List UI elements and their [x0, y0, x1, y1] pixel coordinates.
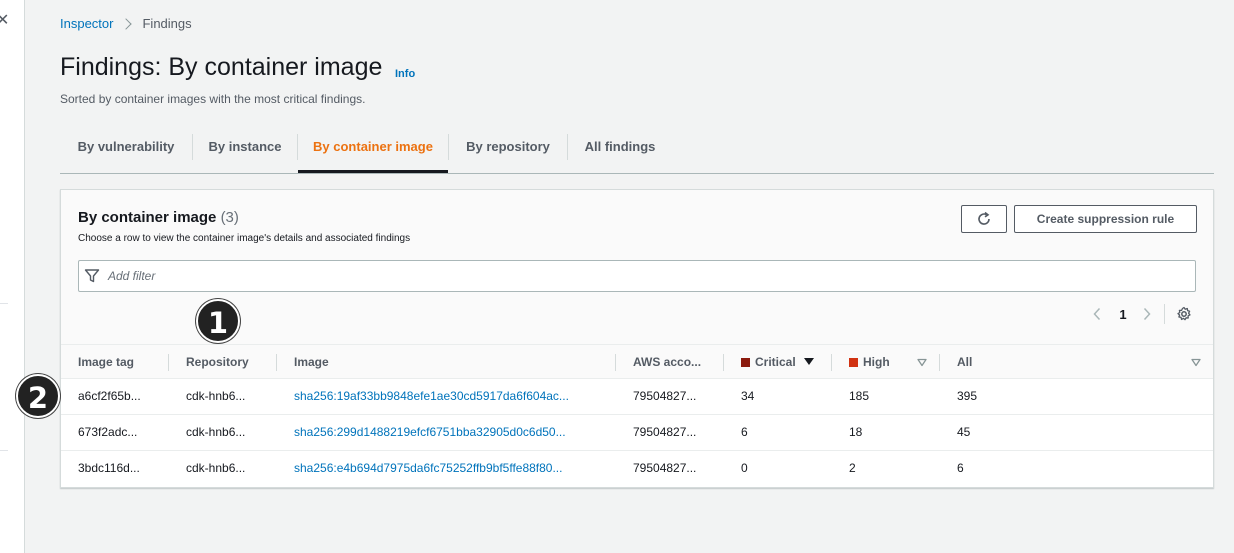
- cell-repository: cdk-hnb6...: [186, 425, 246, 439]
- cell-repository: cdk-hnb6...: [186, 461, 246, 475]
- cell-all: 45: [957, 425, 971, 439]
- sort-unsorted-icon[interactable]: [917, 345, 927, 380]
- column-header-critical[interactable]: Critical: [741, 345, 814, 380]
- side-navigation-collapsed: ✕: [0, 0, 25, 553]
- refresh-button[interactable]: [961, 205, 1007, 233]
- sort-unsorted-icon[interactable]: [1191, 345, 1201, 380]
- table-column-headers: Image tag Repository Image AWS acco... C…: [61, 344, 1213, 379]
- table-count: (3): [220, 209, 239, 226]
- cell-high: 2: [849, 461, 856, 475]
- create-suppression-rule-button[interactable]: Create suppression rule: [1014, 205, 1197, 233]
- column-header-high[interactable]: High: [849, 345, 890, 380]
- column-divider: [168, 354, 169, 371]
- page-number[interactable]: 1: [1115, 303, 1131, 325]
- tab-by-vulnerability[interactable]: By vulnerability: [60, 130, 192, 172]
- previous-page-icon[interactable]: [1089, 303, 1105, 325]
- cell-repository: cdk-hnb6...: [186, 389, 246, 403]
- table-title: By container image (3): [78, 209, 239, 226]
- pagination-divider: [1164, 304, 1165, 324]
- column-divider: [723, 354, 724, 371]
- preferences-gear-icon[interactable]: [1173, 303, 1195, 325]
- refresh-icon: [978, 211, 990, 225]
- filter-icon: [84, 268, 100, 284]
- column-divider: [276, 354, 277, 371]
- breadcrumb: Inspector Findings: [60, 16, 192, 31]
- column-divider: [615, 354, 616, 371]
- page-description: Sorted by container images with the most…: [60, 92, 366, 106]
- cell-image-link[interactable]: sha256:e4b694d7975da6fc75252ffb9bf5ffe88…: [294, 451, 562, 486]
- cell-all: 6: [957, 461, 964, 475]
- cell-image-tag: a6cf2f65b...: [78, 389, 141, 403]
- column-divider: [831, 354, 832, 371]
- table-row[interactable]: 673f2adc... cdk-hnb6... sha256:299d14882…: [61, 415, 1213, 451]
- cell-high: 18: [849, 425, 863, 439]
- nav-divider: [0, 450, 8, 451]
- column-header-critical-label: Critical: [755, 355, 796, 369]
- cell-image-link[interactable]: sha256:299d1488219efcf6751bba32905d0c6d5…: [294, 415, 566, 450]
- cell-aws-account: 79504827...: [633, 389, 697, 403]
- table-row[interactable]: 3bdc116d... cdk-hnb6... sha256:e4b694d79…: [61, 451, 1213, 487]
- cell-aws-account: 79504827...: [633, 461, 697, 475]
- tab-by-container-image[interactable]: By container image: [298, 130, 448, 173]
- sort-descending-icon: [803, 358, 814, 365]
- column-header-image[interactable]: Image: [294, 345, 329, 380]
- column-header-aws-account[interactable]: AWS acco...: [633, 345, 701, 380]
- column-header-image-tag[interactable]: Image tag: [78, 345, 134, 380]
- cell-critical: 0: [741, 461, 748, 475]
- cell-all: 395: [957, 389, 978, 403]
- nav-divider: [0, 303, 8, 304]
- filter-input[interactable]: Add filter: [78, 260, 1196, 292]
- high-severity-icon: [849, 358, 858, 367]
- cell-aws-account: 79504827...: [633, 425, 697, 439]
- critical-severity-icon: [741, 358, 750, 367]
- tab-by-instance[interactable]: By instance: [193, 130, 297, 172]
- info-link[interactable]: Info: [395, 68, 415, 80]
- breadcrumb-current: Findings: [142, 16, 192, 31]
- cell-high: 185: [849, 389, 870, 403]
- cell-image-link[interactable]: sha256:19af33bb9848efe1ae30cd5917da6f604…: [294, 379, 569, 414]
- callout-badge-1: 1: [196, 299, 240, 343]
- column-divider: [939, 354, 940, 371]
- tab-all-findings[interactable]: All findings: [568, 130, 672, 172]
- cell-image-tag: 3bdc116d...: [78, 461, 140, 475]
- breadcrumb-inspector-link[interactable]: Inspector: [60, 16, 113, 31]
- filter-placeholder: Add filter: [108, 269, 156, 283]
- table-row[interactable]: a6cf2f65b... cdk-hnb6... sha256:19af33bb…: [61, 379, 1213, 415]
- next-page-icon[interactable]: [1139, 303, 1155, 325]
- page-title: Findings: By container image: [60, 53, 383, 81]
- column-header-high-label: High: [863, 355, 890, 369]
- table-description: Choose a row to view the container image…: [78, 233, 411, 244]
- column-header-all[interactable]: All: [957, 345, 972, 380]
- column-header-repository[interactable]: Repository: [186, 345, 249, 380]
- cell-image-tag: 673f2adc...: [78, 425, 138, 439]
- cell-critical: 34: [741, 389, 755, 403]
- chevron-right-icon: [120, 17, 133, 30]
- tab-by-repository[interactable]: By repository: [449, 130, 567, 172]
- container-images-table-panel: By container image (3) Choose a row to v…: [60, 189, 1214, 488]
- cell-critical: 6: [741, 425, 748, 439]
- table-title-text: By container image: [78, 209, 217, 226]
- close-navigation-icon[interactable]: ✕: [0, 11, 10, 31]
- callout-badge-2: 2: [16, 374, 60, 418]
- findings-tabs: By vulnerability By instance By containe…: [60, 130, 1214, 174]
